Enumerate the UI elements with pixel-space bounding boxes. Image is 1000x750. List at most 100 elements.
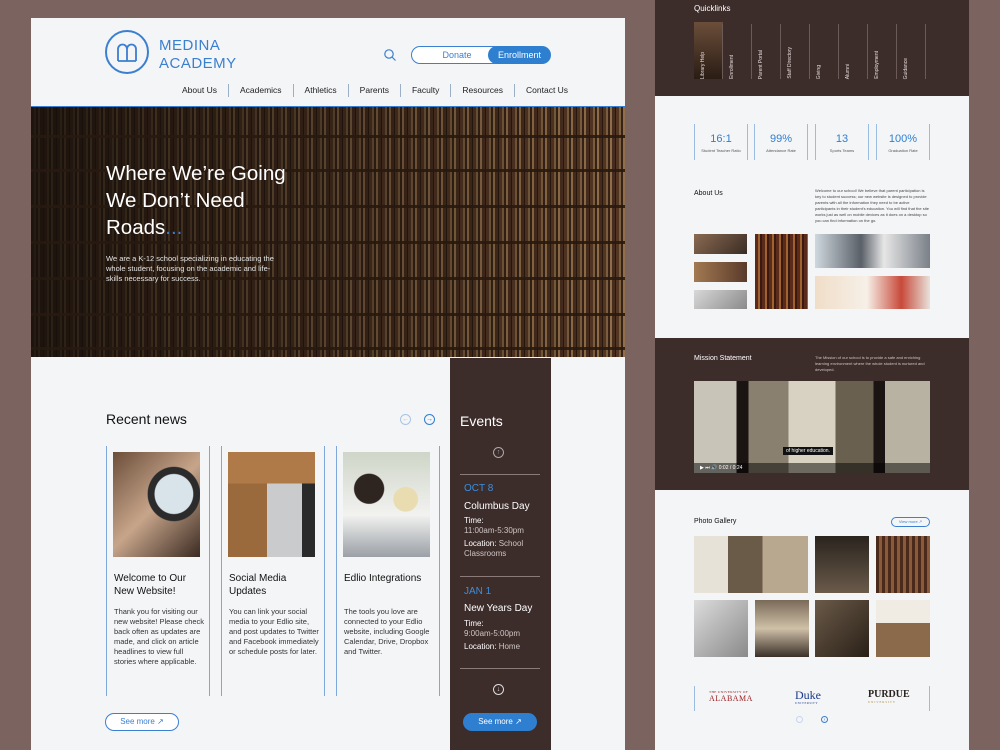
quicklink-item[interactable]: Staff Directory: [781, 24, 810, 79]
hero-title: Where We’re Going We Don’t Need Roads...: [106, 160, 336, 241]
events-down-icon[interactable]: ↓: [493, 684, 504, 695]
event-time: Time: 11:00am-5:30pm: [464, 516, 544, 536]
main-nav: About Us Academics Athletics Parents Fac…: [171, 84, 579, 97]
about-writing-photo: [815, 276, 930, 309]
event-date: OCT 8: [464, 483, 494, 494]
gallery-photo[interactable]: [694, 536, 808, 593]
duke-logo[interactable]: Duke UNIVERSITY: [795, 689, 821, 705]
news-card-title[interactable]: Edlio Integrations: [344, 572, 434, 585]
event-time-label: Time:: [464, 619, 484, 628]
stat-block: 13 Sports Teams: [815, 124, 869, 160]
gallery-photo[interactable]: [815, 600, 869, 657]
quicklink-item[interactable]: Alumni: [839, 24, 868, 79]
nav-resources[interactable]: Resources: [451, 84, 516, 97]
news-card-title[interactable]: Social Media Updates: [229, 572, 319, 598]
about-photo: [694, 234, 747, 254]
alabama-logo-text: ALABAMA: [709, 694, 753, 703]
logo-icon[interactable]: [105, 30, 149, 74]
laptop-photo: [228, 452, 315, 557]
event-time-label: Time:: [464, 516, 484, 525]
quicklink-item[interactable]: Library Help: [694, 24, 723, 79]
quicklink-item[interactable]: Giving: [810, 24, 839, 79]
quicklink-label: Library Help: [700, 52, 706, 79]
events-up-icon[interactable]: ↑: [493, 447, 504, 458]
mission-section: Mission Statement The Mission of our sch…: [655, 338, 969, 490]
stat-label: Graduation Rate: [888, 148, 918, 153]
mission-text: The Mission of our school is to provide …: [815, 355, 925, 372]
quicklink-label: Staff Directory: [787, 47, 793, 79]
stat-label: Student Teacher Ratio: [701, 148, 741, 153]
event-time-value: 9:00am-5:00pm: [464, 629, 521, 638]
quicklink-label: Parent Portal: [758, 49, 764, 79]
hero-title-dots: ...: [165, 216, 183, 239]
nav-about-us[interactable]: About Us: [171, 84, 229, 97]
news-prev-icon[interactable]: ←: [400, 414, 411, 425]
news-card-title[interactable]: Welcome to Our New Website!: [114, 572, 204, 598]
news-card[interactable]: Social Media Updates You can link your s…: [221, 446, 325, 696]
hero-title-word: Roads: [106, 216, 166, 239]
purdue-logo-text: PURDUE: [868, 689, 910, 700]
quicklink-item[interactable]: Employment: [868, 24, 897, 79]
tablet-anatomy-photo: [113, 452, 200, 557]
event-location: Location: Home: [464, 642, 544, 652]
quicklink-label: Enrollment: [729, 55, 735, 79]
gallery-photo[interactable]: [876, 536, 930, 593]
inner-page-panel: Quicklinks Library Help Enrollment Paren…: [655, 0, 969, 750]
nav-parents[interactable]: Parents: [349, 84, 401, 97]
logo-wordmark[interactable]: MEDINA ACADEMY: [159, 37, 237, 73]
gallery-view-more-button[interactable]: View more ↗: [891, 517, 930, 527]
event-title[interactable]: Columbus Day: [464, 501, 530, 512]
quicklink-label: Alumni: [845, 63, 851, 79]
logo-line-2: ACADEMY: [159, 55, 237, 72]
purdue-logo[interactable]: PURDUE UNIVERSITY: [868, 689, 910, 705]
news-card-body: Thank you for visiting our new website! …: [114, 607, 205, 666]
gallery-photo[interactable]: [694, 600, 748, 657]
logo-carousel-prev-icon[interactable]: [796, 716, 803, 723]
stat-label: Sports Teams: [829, 148, 855, 153]
quicklink-label: Guidance: [903, 57, 909, 79]
nav-athletics[interactable]: Athletics: [294, 84, 349, 97]
alabama-logo[interactable]: THE UNIVERSITY OF ALABAMA: [709, 690, 753, 703]
news-see-more-button[interactable]: See more ↗: [105, 713, 179, 731]
news-card[interactable]: Welcome to Our New Website! Thank you fo…: [106, 446, 210, 696]
news-card[interactable]: Edlio Integrations The tools you love ar…: [336, 446, 440, 696]
logo-line-1: MEDINA: [159, 37, 221, 54]
event-time: Time: 9:00am-5:00pm: [464, 619, 544, 639]
video-controls[interactable]: ▶ ⏭ 🔊 0:02 / 0:24: [694, 463, 930, 473]
nav-academics[interactable]: Academics: [229, 84, 294, 97]
events-panel: Events ↑ OCT 8 Columbus Day Time: 11:00am…: [450, 358, 551, 750]
enrollment-button[interactable]: Enrollment: [488, 46, 551, 64]
students-laptop-photo: [343, 452, 430, 557]
hero-title-line-1: Where We’re Going: [106, 162, 286, 185]
news-next-icon[interactable]: →: [424, 414, 435, 425]
event-location-label: Location:: [464, 642, 497, 651]
events-heading: Events: [460, 413, 503, 429]
event-divider: [460, 668, 540, 669]
event-divider: [460, 576, 540, 577]
nav-faculty[interactable]: Faculty: [401, 84, 452, 97]
mission-title: Mission Statement: [694, 355, 752, 362]
stat-block: 100% Graduation Rate: [876, 124, 930, 160]
gallery-photo[interactable]: [876, 600, 930, 657]
quicklinks-bar: Quicklinks Library Help Enrollment Paren…: [655, 0, 969, 96]
quicklinks-title: Quicklinks: [694, 4, 731, 13]
university-logos: THE UNIVERSITY OF ALABAMA Duke UNIVERSIT…: [694, 686, 930, 711]
quicklink-item[interactable]: Parent Portal: [752, 24, 781, 79]
gallery-photo[interactable]: [815, 536, 869, 593]
quicklink-item[interactable]: Guidance: [897, 24, 926, 79]
gallery-photo[interactable]: [755, 600, 809, 657]
mission-video-player[interactable]: of higher education. ▶ ⏭ 🔊 0:02 / 0:24: [694, 381, 930, 473]
quicklink-label: Giving: [816, 64, 822, 79]
events-see-more-button[interactable]: See more ↗: [463, 713, 537, 731]
nav-contact-us[interactable]: Contact Us: [515, 84, 579, 97]
stat-value: 13: [835, 133, 849, 145]
video-timecode: 0:02 / 0:24: [718, 465, 743, 471]
logo-carousel-next-icon[interactable]: ›: [821, 716, 828, 723]
stat-value: 100%: [888, 133, 918, 145]
stat-value: 99%: [769, 133, 793, 145]
about-library-photo: [755, 234, 808, 309]
event-title[interactable]: New Years Day: [464, 603, 532, 614]
search-icon[interactable]: [383, 48, 397, 62]
recent-news-heading: Recent news: [106, 411, 187, 427]
quicklink-item[interactable]: Enrollment: [723, 24, 752, 79]
